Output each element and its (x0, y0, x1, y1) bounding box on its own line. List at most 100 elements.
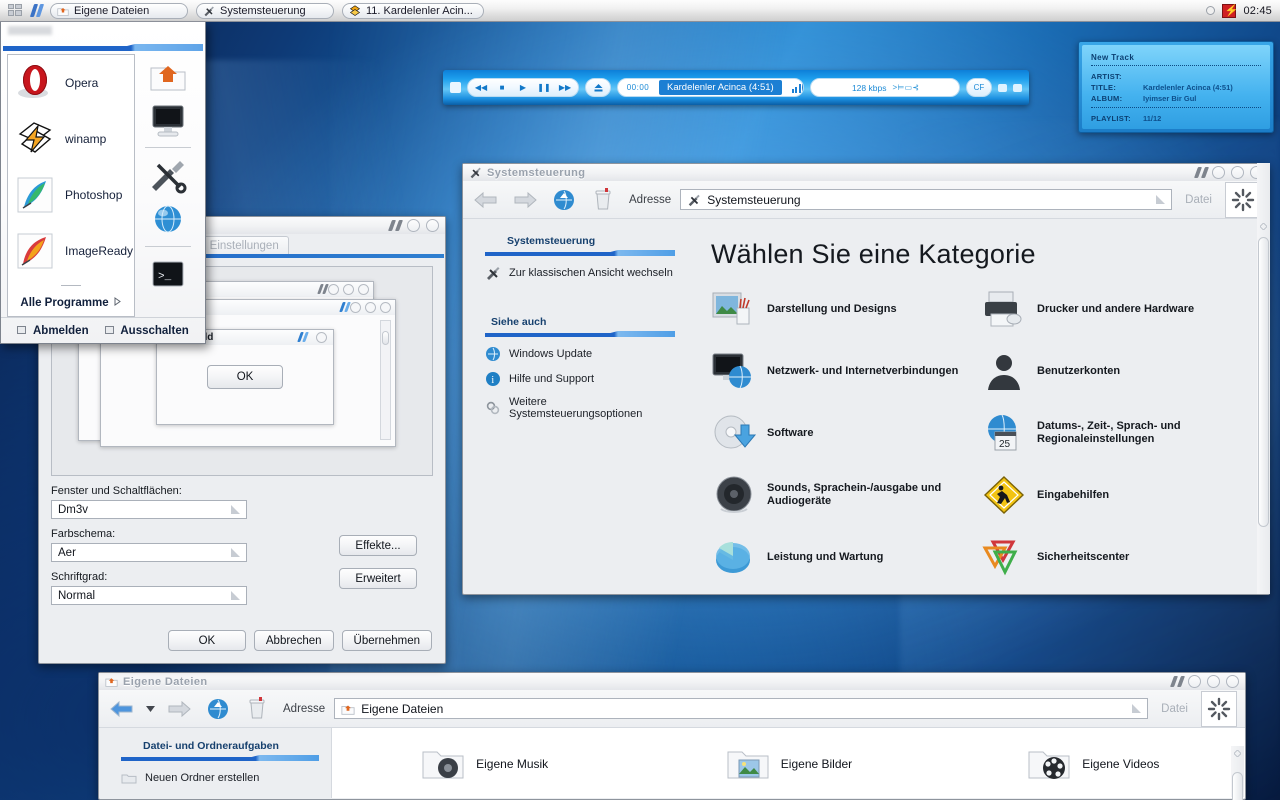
shutdown-button[interactable]: Ausschalten (104, 325, 189, 337)
category-datum-zeit-sprache-region[interactable]: 25 Datums-, Zeit-, Sprach- und Regionale… (981, 412, 1243, 454)
crossfade-button[interactable]: CF (966, 78, 992, 97)
internet-globe-icon[interactable] (146, 199, 190, 239)
close-button[interactable] (1226, 675, 1239, 688)
abbrechen-button[interactable]: Abbrechen (253, 630, 334, 651)
combo-font-size[interactable]: Normal (51, 586, 247, 605)
folder-item-eigene-bilder[interactable]: Eigene Bilder (636, 746, 940, 782)
menu-datei[interactable]: Datei (1181, 194, 1216, 206)
window-systemsteuerung[interactable]: Systemsteuerung Adresse Systemsteuerung (462, 163, 1270, 595)
window-eigene-dateien[interactable]: Eigene Dateien Adresse Eigene Dateien Da… (98, 672, 1246, 800)
start-menu-all-programs[interactable]: Alle Programme (8, 285, 134, 316)
taskbar-task-eigene-dateien[interactable]: Eigene Dateien (50, 2, 188, 19)
forward-arrow-icon[interactable] (510, 187, 540, 213)
up-globe-icon[interactable] (549, 187, 579, 213)
category-drucker-und-andere-hardware[interactable]: Drucker und andere Hardware (981, 288, 1243, 330)
vertical-scrollbar[interactable] (1231, 746, 1244, 800)
winamp-display[interactable]: 00:00 Kardelenler Acinca (4:51) (617, 78, 804, 97)
winamp-grip[interactable] (450, 82, 461, 93)
folder-item-eigene-videos[interactable]: Eigene Videos (941, 746, 1245, 782)
start-menu-item-opera[interactable]: Opera (8, 55, 134, 111)
category-benutzerkonten[interactable]: Benutzerkonten (981, 350, 1243, 392)
clock[interactable]: 02:45 (1243, 5, 1272, 17)
circle-icon[interactable] (1206, 6, 1216, 15)
maximize-button[interactable] (1231, 166, 1244, 179)
minimize-button[interactable] (1212, 166, 1225, 179)
start-menu-item-winamp[interactable]: winamp (8, 111, 134, 167)
command-prompt-icon[interactable]: >_ (146, 254, 190, 294)
back-arrow-icon[interactable] (471, 187, 501, 213)
address-input[interactable]: Eigene Dateien (334, 698, 1149, 719)
previous-icon[interactable]: ◀◀ (472, 81, 490, 95)
scrollbar-thumb[interactable] (1232, 772, 1243, 800)
combo-color-scheme[interactable]: Aer (51, 543, 247, 562)
uebernehmen-button[interactable]: Übernehmen (341, 630, 432, 651)
category-sounds-sprache-audio[interactable]: Sounds, Sprachein-/ausgabe und Audiogerä… (711, 474, 973, 516)
scroll-up-icon[interactable] (1234, 750, 1241, 757)
logoff-button[interactable]: Abmelden (17, 325, 89, 337)
menu-datei[interactable]: Datei (1157, 703, 1192, 715)
dropdown-icon[interactable] (231, 591, 240, 600)
busy-star-icon[interactable] (1201, 690, 1237, 727)
start-menu-item-imageready[interactable]: ImageReady (8, 223, 134, 279)
erweitert-button[interactable]: Erweitert (339, 568, 417, 589)
category-netzwerk-und-internetverbindungen[interactable]: Netzwerk- und Internetverbindungen (711, 350, 973, 392)
mono-stereo-icon: > ⊨ ▭ ⊰ (892, 83, 919, 92)
quicklaunch-slashes-icon[interactable] (29, 4, 45, 17)
minimize-button[interactable] (1188, 675, 1201, 688)
start-menu-item-photoshop[interactable]: Photoshop (8, 167, 134, 223)
forward-arrow-icon[interactable] (164, 696, 194, 722)
stop-icon[interactable]: ■ (493, 81, 511, 95)
help-button[interactable] (407, 219, 420, 232)
folder-item-eigene-musik[interactable]: Eigene Musik (332, 746, 636, 782)
sidebar-link-windows-update[interactable]: Windows Update (485, 346, 675, 362)
taskbar-task-winamp[interactable]: 11. Kardelenler Acin... (342, 2, 484, 19)
pause-icon[interactable]: ❚❚ (535, 81, 553, 95)
back-arrow-icon[interactable] (107, 696, 137, 722)
titlebar[interactable]: Eigene Dateien (99, 673, 1245, 690)
my-computer-icon[interactable] (146, 100, 190, 140)
category-eingabehilfen[interactable]: Eingabehilfen (981, 474, 1243, 516)
sidebar-link-classic-view[interactable]: Zur klassischen Ansicht wechseln (485, 265, 675, 281)
busy-star-icon[interactable] (1225, 181, 1261, 218)
category-label: Darstellung und Designs (767, 302, 897, 315)
address-input[interactable]: Systemsteuerung (680, 189, 1173, 210)
sidebar-link-new-folder[interactable]: Neuen Ordner erstellen (121, 770, 319, 786)
dropdown-icon[interactable] (1132, 704, 1142, 713)
category-software[interactable]: Software (711, 412, 973, 454)
control-panel-tools-icon[interactable] (146, 155, 190, 195)
category-sicherheitscenter[interactable]: Sicherheitscenter (981, 536, 1243, 578)
scrollbar-thumb[interactable] (1258, 237, 1269, 527)
dropdown-icon[interactable] (1156, 195, 1166, 204)
chevron-down-icon[interactable] (146, 703, 155, 715)
close-button[interactable] (426, 219, 439, 232)
preview-ok-button[interactable]: OK (207, 365, 283, 389)
scroll-up-icon[interactable] (1260, 223, 1267, 230)
my-documents-icon[interactable] (146, 56, 190, 96)
tools-icon (687, 193, 701, 207)
trash-icon[interactable] (588, 187, 618, 213)
field-label: Fenster und Schaltflächen: (51, 485, 182, 497)
combo-window-style[interactable]: Dm3v (51, 500, 247, 519)
effekte-button[interactable]: Effekte... (339, 535, 417, 556)
winamp-tray-icon[interactable] (1222, 3, 1238, 18)
winamp-player[interactable]: ◀◀ ■ ▶ ❚❚ ▶▶ 00:00 Kardelenler Acinca (4… (443, 70, 1029, 105)
dropdown-icon[interactable] (231, 505, 240, 514)
eject-icon[interactable] (585, 78, 611, 97)
dropdown-icon[interactable] (231, 548, 240, 557)
next-icon[interactable]: ▶▶ (556, 81, 574, 95)
up-globe-icon[interactable] (203, 696, 233, 722)
ok-button[interactable]: OK (167, 630, 246, 651)
tab-einstellungen[interactable]: Einstellungen (199, 236, 289, 254)
vertical-scrollbar[interactable] (1257, 163, 1270, 594)
trash-icon[interactable] (242, 696, 272, 722)
titlebar[interactable]: Systemsteuerung (463, 164, 1269, 181)
preview-scrollbar (380, 320, 391, 440)
play-icon[interactable]: ▶ (514, 81, 532, 95)
start-button[interactable] (3, 1, 27, 21)
category-leistung-und-wartung[interactable]: Leistung und Wartung (711, 536, 973, 578)
taskbar-task-systemsteuerung[interactable]: Systemsteuerung (196, 2, 334, 19)
category-darstellung-und-designs[interactable]: Darstellung und Designs (711, 288, 973, 330)
sidebar-link-more-options[interactable]: Weitere Systemsteuerungsoptionen (485, 396, 675, 420)
sidebar-link-help-support[interactable]: i Hilfe und Support (485, 371, 675, 387)
maximize-button[interactable] (1207, 675, 1220, 688)
